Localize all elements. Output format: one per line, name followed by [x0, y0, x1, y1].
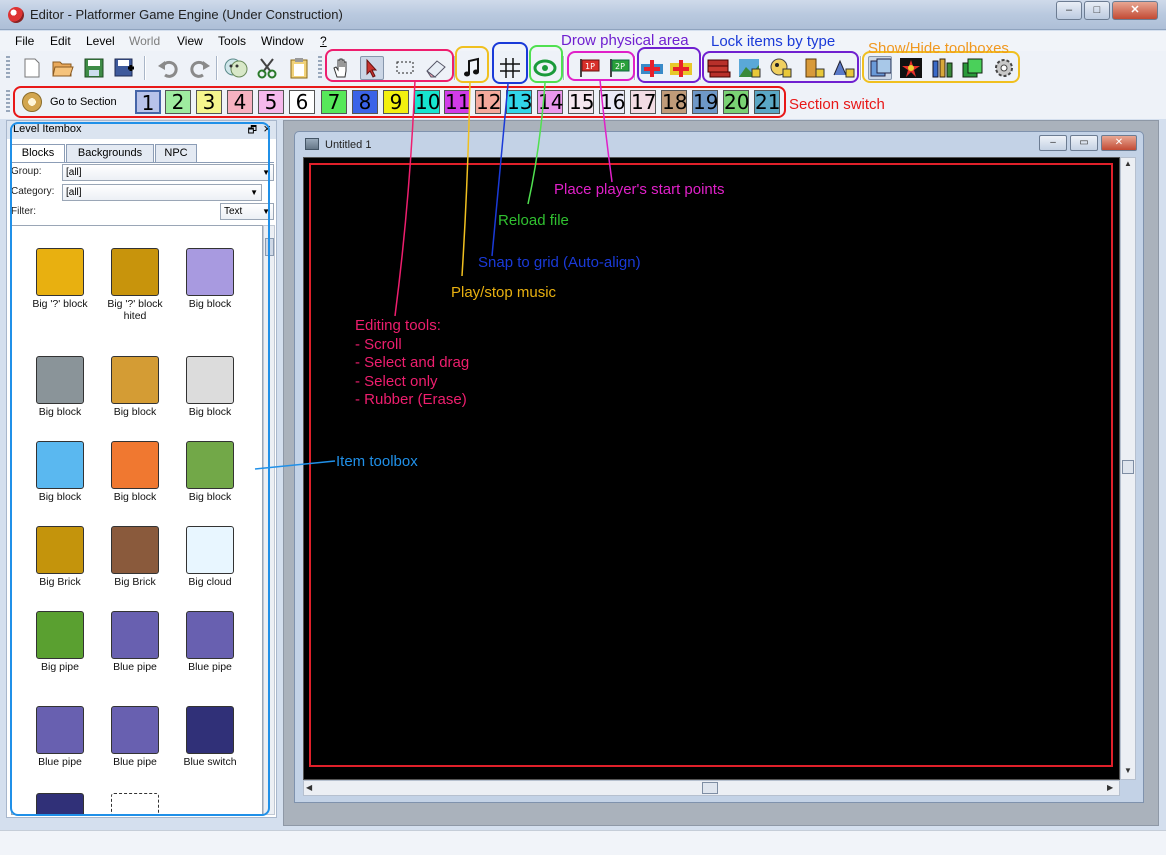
toolbar-grip[interactable]	[318, 56, 322, 80]
menu-file[interactable]: File	[15, 34, 34, 48]
clipboard-icon[interactable]	[287, 56, 311, 80]
menu-edit[interactable]: Edit	[50, 34, 71, 48]
annotation-editing-line: - Scroll	[355, 335, 402, 353]
child-maximize-button[interactable]: ▭	[1070, 135, 1098, 151]
close-button[interactable]: ✕	[1112, 1, 1158, 20]
scroll-right-icon[interactable]: ▶	[1107, 783, 1113, 792]
section-border	[309, 163, 1113, 767]
annotation-lock-items: Lock items by type	[711, 33, 836, 50]
toolbar-separator	[144, 56, 146, 80]
annotation-start-points: Place player's start points	[554, 181, 725, 198]
scroll-thumb[interactable]	[1122, 460, 1134, 474]
scroll-left-icon[interactable]: ◀	[306, 783, 312, 792]
save-as-icon[interactable]	[113, 56, 137, 80]
menu-level[interactable]: Level	[86, 34, 115, 48]
save-file-icon[interactable]	[82, 56, 106, 80]
open-file-icon[interactable]	[51, 56, 75, 80]
child-close-button[interactable]: ✕	[1101, 135, 1137, 151]
toolbar-grip[interactable]	[6, 56, 10, 80]
annotation-editing-line: - Select and drag	[355, 354, 470, 371]
physical-area-box	[637, 47, 701, 83]
toolbar-separator	[563, 56, 565, 80]
horizontal-scrollbar[interactable]: ◀ ▶	[303, 780, 1120, 796]
minimize-button[interactable]: –	[1056, 1, 1082, 20]
status-bar	[0, 830, 1166, 855]
annotation-editing-line: - Select only	[355, 372, 438, 390]
level-window-title: Untitled 1	[325, 139, 372, 151]
maximize-button[interactable]: □	[1084, 1, 1110, 20]
scroll-up-icon[interactable]: ▲	[1124, 159, 1132, 168]
layers-icon[interactable]	[224, 56, 248, 80]
child-minimize-button[interactable]: –	[1039, 135, 1067, 151]
toolbar-grip[interactable]	[6, 90, 10, 114]
app-icon	[8, 7, 24, 23]
annotation-show-hide: Show/Hide toolboxes	[868, 40, 1009, 57]
menu-world[interactable]: World	[129, 34, 160, 48]
annotation-section-switch: Section switch	[789, 96, 885, 113]
redo-icon[interactable]	[188, 56, 212, 80]
annotation-reload: Reload file	[498, 212, 569, 229]
editing-tools-box	[325, 49, 454, 82]
vertical-scrollbar[interactable]: ▲ ▼	[1120, 157, 1136, 780]
music-box	[455, 46, 489, 83]
scroll-down-icon[interactable]: ▼	[1124, 766, 1132, 775]
section-switch-box	[13, 86, 786, 118]
annotation-editing-line: - Rubber (Erase)	[355, 391, 467, 408]
menu-tools[interactable]: Tools	[218, 34, 246, 48]
lock-items-box	[702, 51, 859, 83]
grid-box	[492, 42, 528, 84]
scroll-thumb[interactable]	[702, 782, 718, 794]
menu-window[interactable]: Window	[261, 34, 304, 48]
reload-box	[529, 45, 563, 83]
toolbar-separator	[216, 56, 218, 80]
title-bar: Editor - Platformer Game Engine (Under C…	[0, 0, 1166, 30]
level-window-icon	[305, 138, 319, 150]
menu-help[interactable]: ?	[320, 34, 327, 48]
annotation-physical-area: Drow physical area	[561, 32, 689, 49]
start-points-box	[567, 51, 635, 81]
cut-icon[interactable]	[255, 56, 279, 80]
new-file-icon[interactable]	[20, 56, 44, 80]
annotation-editing-tools: Editing tools: - Scroll - Select and dra…	[355, 317, 469, 410]
menu-view[interactable]: View	[177, 34, 203, 48]
annotation-editing-line: Editing tools:	[355, 317, 441, 334]
annotation-item-toolbox: Item toolbox	[336, 453, 418, 470]
window-title: Editor - Platformer Game Engine (Under C…	[30, 7, 343, 22]
undo-icon[interactable]	[156, 56, 180, 80]
item-toolbox-box	[10, 122, 270, 816]
annotation-music: Play/stop music	[451, 284, 557, 301]
annotation-snap: Snap to grid (Auto-align)	[478, 254, 641, 271]
